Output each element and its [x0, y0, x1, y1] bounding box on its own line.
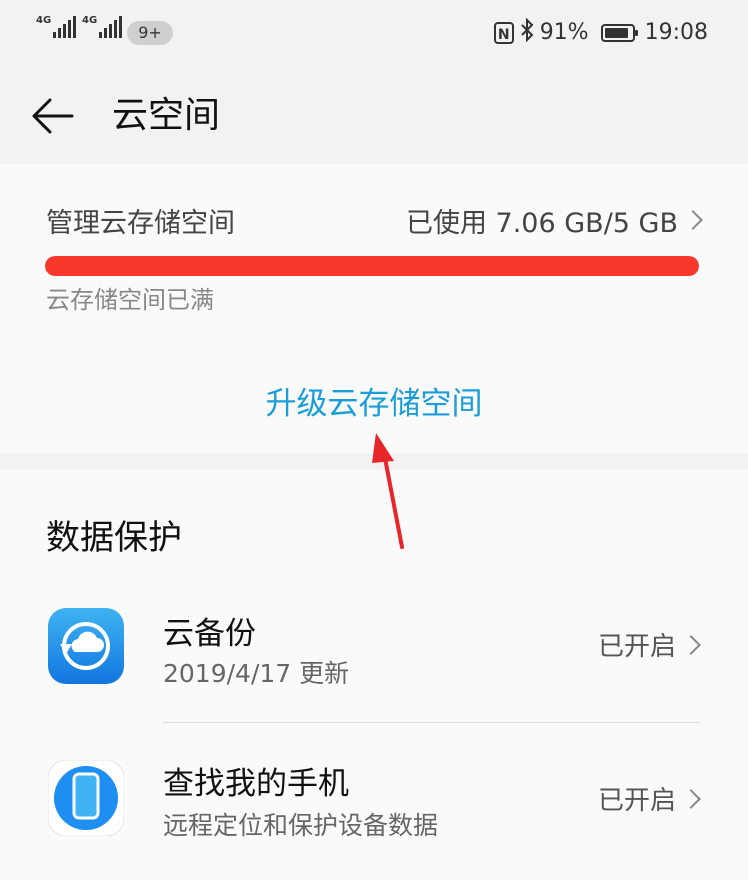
item-status: 已开启: [597, 780, 701, 817]
battery-percent: 91%: [539, 20, 589, 45]
upgrade-storage-link[interactable]: 升级云存储空间: [0, 378, 748, 423]
item-subtitle: 远程定位和保护设备数据: [163, 811, 439, 840]
sim2-network-label: 4G: [82, 15, 98, 26]
storage-progress-fill: [45, 256, 699, 276]
usage-text: 已使用 7.06 GB/5 GB: [405, 207, 678, 239]
item-title: 云备份: [163, 616, 256, 652]
sim2-signal-icon: 4G: [82, 15, 123, 38]
app-header: 云空间: [0, 66, 748, 164]
section-title: 数据保护: [46, 518, 182, 558]
back-arrow-icon[interactable]: [28, 94, 76, 138]
status-right-group: N 91% 19:08: [493, 17, 708, 47]
item-title: 查找我的手机: [163, 766, 349, 802]
manage-storage-row[interactable]: 管理云存储空间 已使用 7.06 GB/5 GB: [46, 200, 703, 240]
list-item-find-my-phone[interactable]: 查找我的手机 远程定位和保护设备数据 已开启: [0, 732, 748, 862]
chevron-right-icon: [683, 210, 703, 230]
manage-storage-label: 管理云存储空间: [46, 207, 235, 239]
status-text: 已开启: [597, 786, 676, 816]
nfc-icon: N: [493, 21, 514, 44]
annotation-arrow-icon: [360, 425, 420, 555]
divider: [163, 722, 700, 723]
list-item-cloud-backup[interactable]: 云备份 2019/4/17 更新 已开启: [0, 580, 748, 710]
storage-progress-bar: [45, 256, 699, 276]
battery-icon: [600, 23, 638, 42]
find-my-phone-icon: [47, 759, 125, 837]
storage-full-text: 云存储空间已满: [46, 286, 214, 314]
item-subtitle: 2019/4/17 更新: [163, 659, 350, 688]
status-bar: 4G 4G 9+ N 91% 19:08: [0, 0, 748, 66]
battery-fill: [604, 27, 629, 38]
bluetooth-icon: [520, 17, 534, 47]
sim1-network-label: 4G: [36, 15, 52, 26]
item-status: 已开启: [597, 626, 701, 663]
notification-badge: 9+: [127, 21, 173, 45]
sim1-signal-icon: 4G: [36, 15, 77, 38]
status-text: 已开启: [597, 632, 676, 662]
storage-card: 管理云存储空间 已使用 7.06 GB/5 GB 云存储空间已满 升级云存储空间: [0, 164, 748, 454]
clock: 19:08: [644, 20, 708, 45]
chevron-right-icon: [681, 788, 701, 809]
cloud-backup-icon: [48, 608, 124, 684]
page-title: 云空间: [112, 95, 221, 136]
chevron-right-icon: [681, 634, 701, 655]
usage-group: 已使用 7.06 GB/5 GB: [405, 201, 703, 240]
